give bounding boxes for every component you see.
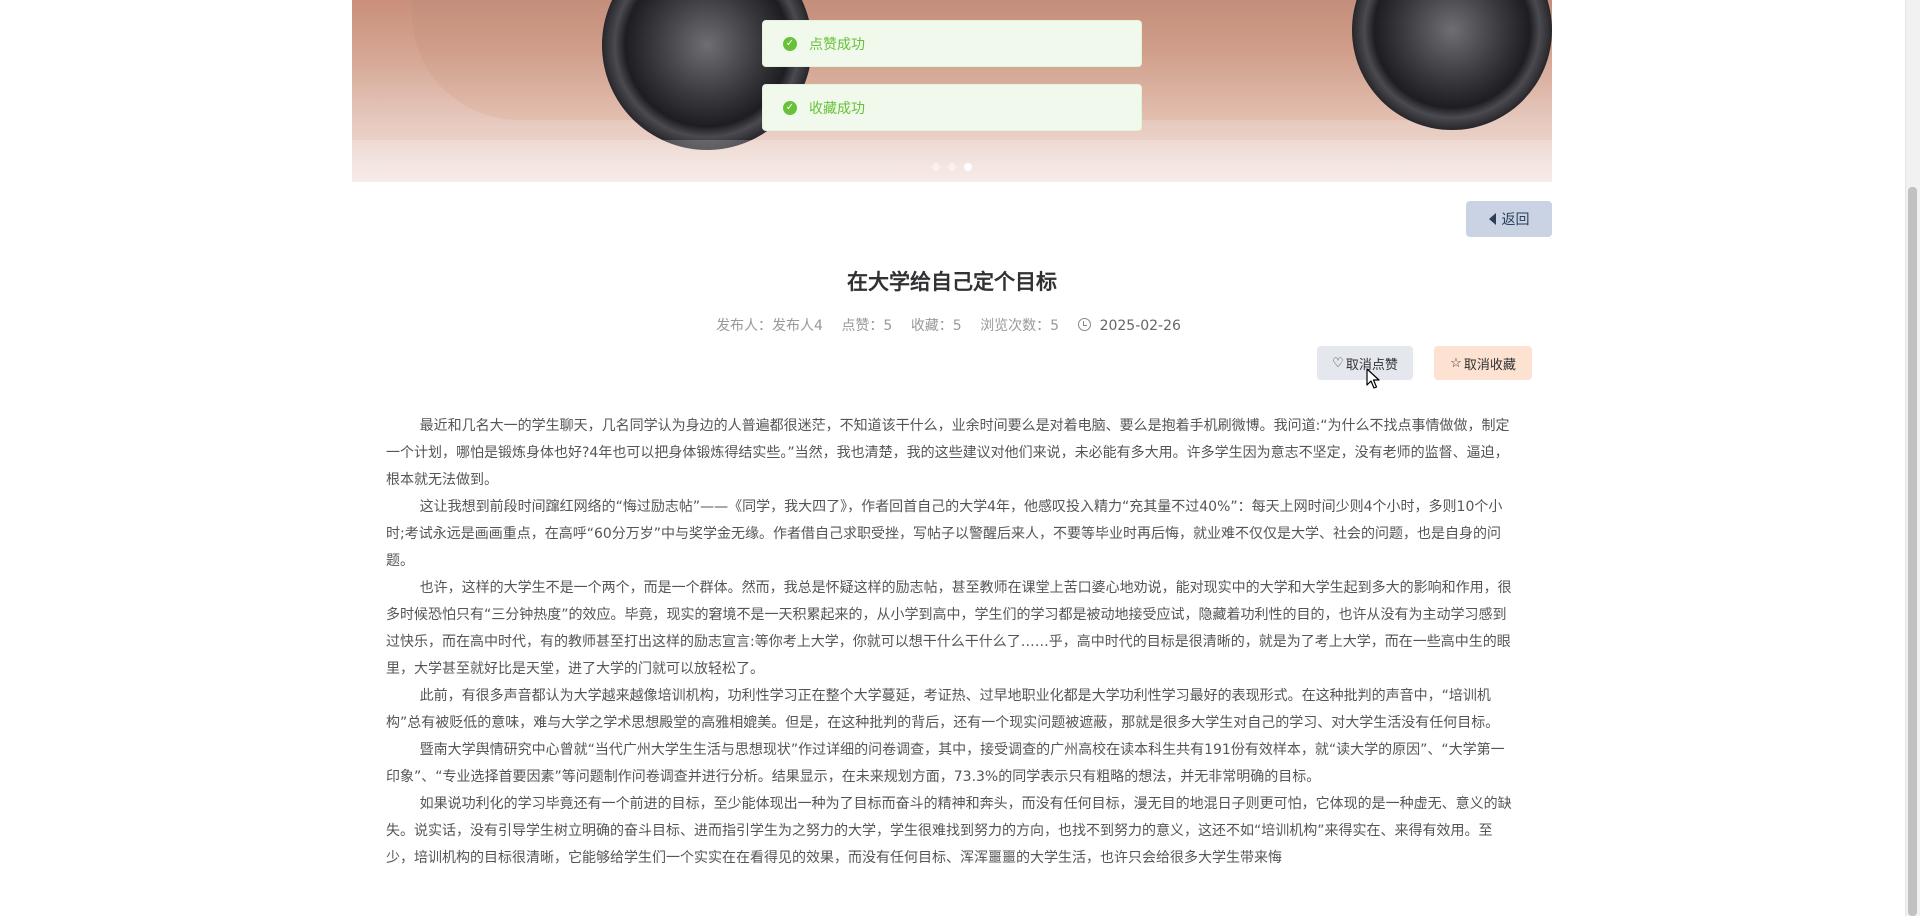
publish-date-text: 2025-02-26 — [1099, 318, 1181, 334]
unfavorite-label: 取消收藏 — [1463, 356, 1516, 372]
heart-icon: ♡ — [1332, 355, 1344, 370]
clock-icon — [1077, 318, 1091, 331]
check-circle-icon: ✓ — [783, 100, 797, 115]
carousel-dot-2[interactable] — [948, 163, 956, 171]
check-circle-icon: ✓ — [783, 36, 797, 51]
unlike-button[interactable]: ♡ 取消点赞 — [1317, 346, 1413, 380]
article-content: 最近和几名大一的学生聊天，几名同学认为身边的人普遍都很迷茫，不知道该干什么，业余… — [386, 413, 1516, 872]
publisher: 发布人：发布人4 — [716, 318, 823, 334]
content-paragraph: 此前，有很多声音都认为大学越来越像培训机构，功利性学习正在整个大学蔓延，考证热、… — [386, 688, 1500, 731]
content-paragraph: 这让我想到前段时间蹿红网络的“悔过励志帖”——《同学，我大四了》，作者回首自己的… — [386, 499, 1503, 569]
content-paragraph: 最近和几名大一的学生聊天，几名同学认为身边的人普遍都很迷茫，不知道该干什么，业余… — [386, 418, 1510, 488]
publish-date: 2025-02-26 — [1077, 318, 1188, 334]
like-count: 点赞：5 — [841, 318, 893, 334]
page: ✓ 点赞成功 ✓ 收藏成功 返回 在大学给自己定个目标 发布人：发布人4 点赞：… — [0, 0, 1920, 916]
carousel-dot-1[interactable] — [932, 163, 940, 171]
content-paragraph: 如果说功利化的学习毕竟还有一个前进的目标，至少能体现出一种为了目标而奋斗的精神和… — [386, 796, 1512, 866]
mouse-cursor-icon — [1366, 368, 1380, 389]
article-title: 在大学给自己定个目标 — [847, 270, 1057, 294]
floor-reflection — [352, 140, 1552, 182]
unfavorite-button[interactable]: ☆ 取消收藏 — [1434, 346, 1532, 380]
favorite-count: 收藏：5 — [910, 318, 962, 334]
toast-favorite-success: ✓ 收藏成功 — [762, 84, 1142, 131]
content-paragraph: 也许，这样的大学生不是一个两个，而是一个群体。然而，我总是怀疑这样的励志帖，甚至… — [386, 580, 1512, 677]
toast-message: 收藏成功 — [809, 100, 865, 117]
scrollbar-thumb[interactable] — [1908, 187, 1917, 916]
star-icon: ☆ — [1450, 355, 1462, 370]
toast-like-success: ✓ 点赞成功 — [762, 20, 1142, 67]
caret-left-icon — [1488, 213, 1496, 225]
back-button[interactable]: 返回 — [1466, 201, 1552, 237]
toast-message: 点赞成功 — [809, 36, 865, 53]
view-count: 浏览次数：5 — [980, 318, 1060, 334]
back-label: 返回 — [1501, 211, 1530, 227]
article-meta: 发布人：发布人4 点赞：5 收藏：5 浏览次数：5 2025-02-26 — [352, 315, 1552, 335]
carousel-indicators — [932, 163, 972, 171]
content-paragraph: 暨南大学舆情研究中心曾就“当代广州大学生生活与思想现状”作过详细的问卷调查，其中… — [386, 742, 1505, 785]
carousel-dot-3[interactable] — [964, 163, 972, 171]
